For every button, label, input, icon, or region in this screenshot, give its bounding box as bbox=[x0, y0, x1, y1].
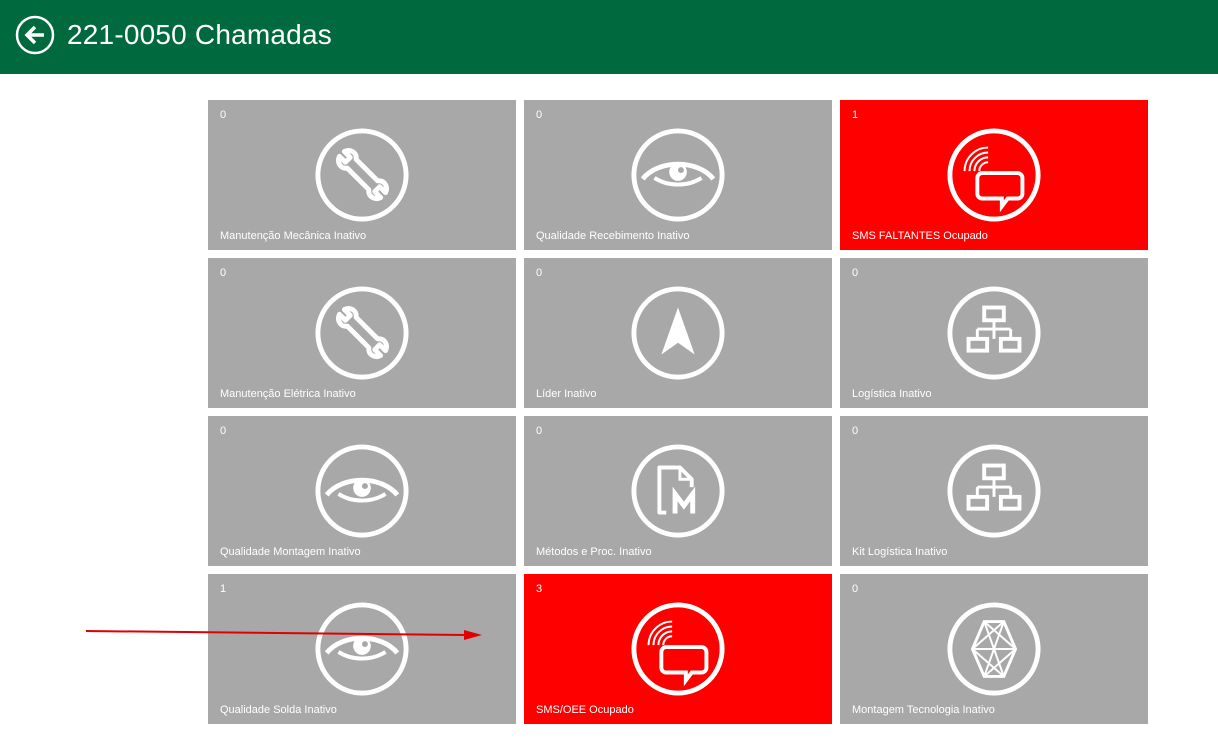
call-label: Qualidade Solda Inativo bbox=[220, 704, 337, 716]
eye-icon bbox=[629, 126, 727, 224]
call-tile[interactable]: 0 Manutenção Mecânica Inativo bbox=[208, 100, 516, 250]
call-tile[interactable]: 1 Qualidade Solda Inativo bbox=[208, 574, 516, 724]
call-label: Montagem Tecnologia Inativo bbox=[852, 704, 995, 716]
wrench-icon bbox=[313, 284, 411, 382]
call-count: 0 bbox=[220, 267, 227, 279]
call-label: Líder Inativo bbox=[536, 388, 597, 400]
call-tile[interactable]: 1 SMS FALTANTES Ocupado bbox=[840, 100, 1148, 250]
back-arrow-icon bbox=[15, 15, 55, 55]
call-tile[interactable]: 0 Manutenção Elétrica Inativo bbox=[208, 258, 516, 408]
call-tile[interactable]: 0 Montagem Tecnologia Inativo bbox=[840, 574, 1148, 724]
call-tile[interactable]: 0 Líder Inativo bbox=[524, 258, 832, 408]
call-tiles-grid: 0 Manutenção Mecânica Inativo 0 Qualidad… bbox=[208, 100, 1148, 724]
call-count: 3 bbox=[536, 583, 543, 595]
page-title: 221-0050 Chamadas bbox=[67, 19, 332, 50]
call-count: 0 bbox=[852, 267, 859, 279]
call-label: SMS FALTANTES Ocupado bbox=[852, 230, 988, 242]
call-tile[interactable]: 0 Métodos e Proc. Inativo bbox=[524, 416, 832, 566]
call-tile[interactable]: 0 Qualidade Montagem Inativo bbox=[208, 416, 516, 566]
call-label: Manutenção Mecânica Inativo bbox=[220, 230, 367, 242]
call-count: 0 bbox=[536, 109, 543, 121]
call-label: Logística Inativo bbox=[852, 388, 932, 400]
call-count: 0 bbox=[220, 425, 227, 437]
call-tile[interactable]: 0 Qualidade Recebimento Inativo bbox=[524, 100, 832, 250]
call-tile[interactable]: 0 Kit Logística Inativo bbox=[840, 416, 1148, 566]
eye-icon bbox=[313, 442, 411, 540]
call-count: 1 bbox=[220, 583, 227, 595]
call-label: SMS/OEE Ocupado bbox=[536, 704, 634, 716]
navigation-arrow-icon bbox=[629, 284, 727, 382]
call-label: Kit Logística Inativo bbox=[852, 546, 948, 558]
geometric-network-icon bbox=[945, 600, 1043, 698]
call-tile[interactable]: 3 SMS/OEE Ocupado bbox=[524, 574, 832, 724]
call-label: Manutenção Elétrica Inativo bbox=[220, 388, 356, 400]
eye-icon bbox=[313, 600, 411, 698]
wrench-icon bbox=[313, 126, 411, 224]
call-count: 0 bbox=[852, 583, 859, 595]
call-count: 0 bbox=[536, 267, 543, 279]
hierarchy-icon bbox=[945, 442, 1043, 540]
sms-chat-icon bbox=[629, 600, 727, 698]
call-label: Qualidade Recebimento Inativo bbox=[536, 230, 690, 242]
back-button[interactable] bbox=[15, 15, 55, 55]
call-label: Métodos e Proc. Inativo bbox=[536, 546, 652, 558]
sms-chat-icon bbox=[945, 126, 1043, 224]
document-m-icon bbox=[629, 442, 727, 540]
call-count: 0 bbox=[220, 109, 227, 121]
app-header: 221-0050 Chamadas bbox=[0, 0, 1218, 74]
call-count: 1 bbox=[852, 109, 859, 121]
call-label: Qualidade Montagem Inativo bbox=[220, 546, 361, 558]
call-tile[interactable]: 0 Logística Inativo bbox=[840, 258, 1148, 408]
call-count: 0 bbox=[536, 425, 543, 437]
call-count: 0 bbox=[852, 425, 859, 437]
hierarchy-icon bbox=[945, 284, 1043, 382]
